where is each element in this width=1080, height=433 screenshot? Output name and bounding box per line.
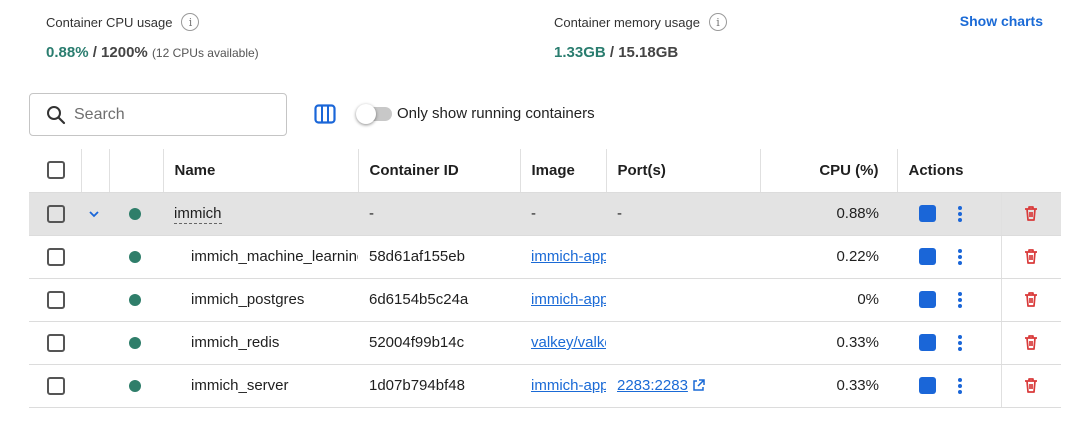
info-icon[interactable]: i <box>708 13 727 31</box>
cpu-value: 0.22% <box>760 235 897 279</box>
table-row[interactable]: immich_machine_learning 58d61af155eb imm… <box>29 235 1062 279</box>
running-only-toggle[interactable] <box>356 104 392 124</box>
chevron-down-icon[interactable] <box>88 209 100 219</box>
memory-usage-value: 1.33GB / 15.18GB <box>554 44 679 61</box>
container-name: immich_postgres <box>163 278 358 322</box>
container-name: immich_redis <box>163 321 358 365</box>
memory-usage-label: Container memory usage <box>554 14 700 30</box>
ports <box>606 235 760 279</box>
ports <box>606 321 760 365</box>
row-checkbox[interactable] <box>47 204 65 223</box>
more-vertical-icon[interactable] <box>952 204 968 224</box>
cpu-usage-value: 0.88% / 1200% (12 CPUs available) <box>46 44 259 61</box>
table-row[interactable]: immich_server 1d07b794bf48 immich-app 22… <box>29 364 1062 408</box>
table-header-row: Name Container ID Image Port(s) CPU (%) … <box>29 149 1062 193</box>
show-charts-button[interactable]: Show charts <box>960 13 1043 29</box>
select-all-checkbox[interactable] <box>47 161 65 180</box>
memory-usage-stat: Container memory usage i 1.33GB / 15.18G… <box>554 12 727 61</box>
search-box[interactable] <box>29 93 287 136</box>
containers-table: Name Container ID Image Port(s) CPU (%) … <box>29 149 1062 408</box>
cpu-value: 0.88% <box>760 192 897 236</box>
port-link[interactable]: 2283:2283 <box>617 377 688 394</box>
container-id: 58d61af155eb <box>358 235 520 279</box>
column-header-actions: Actions <box>896 149 1062 193</box>
trash-icon[interactable] <box>1023 334 1039 351</box>
container-name: immich_server <box>163 364 358 408</box>
more-vertical-icon[interactable] <box>952 333 968 353</box>
table-row-group[interactable]: immich - - - 0.88% <box>29 192 1062 236</box>
container-name: immich_machine_learning <box>163 235 358 279</box>
column-header-container-id[interactable]: Container ID <box>357 149 520 193</box>
toggle-knob <box>356 104 376 124</box>
ports <box>606 278 760 322</box>
container-id: 52004f99b14c <box>358 321 520 365</box>
column-header-name[interactable]: Name <box>162 149 358 193</box>
container-id: 6d6154b5c24a <box>358 278 520 322</box>
image-link[interactable]: immich-app <box>531 377 606 394</box>
image-link[interactable]: valkey/valkey <box>531 334 606 351</box>
table-row[interactable]: immich_postgres 6d6154b5c24a immich-app … <box>29 278 1062 322</box>
container-id: - <box>358 192 520 236</box>
trash-icon[interactable] <box>1023 291 1039 308</box>
trash-icon[interactable] <box>1023 248 1039 265</box>
group-name[interactable]: immich <box>174 205 222 224</box>
cpu-value: 0% <box>760 278 897 322</box>
cpu-value: 0.33% <box>760 321 897 365</box>
ports: - <box>606 192 760 236</box>
row-checkbox[interactable] <box>47 333 65 352</box>
more-vertical-icon[interactable] <box>952 290 968 310</box>
image-link[interactable]: immich-app <box>531 291 606 308</box>
more-vertical-icon[interactable] <box>952 376 968 396</box>
running-only-label: Only show running containers <box>397 105 595 122</box>
column-header-ports[interactable]: Port(s) <box>605 149 760 193</box>
info-icon[interactable]: i <box>181 13 200 31</box>
column-header-image[interactable]: Image <box>519 149 606 193</box>
running-status-dot <box>129 380 141 393</box>
running-status-dot <box>129 251 141 264</box>
running-status-dot <box>129 337 141 350</box>
columns-icon[interactable] <box>314 104 336 124</box>
cpu-usage-stat: Container CPU usage i 0.88% / 1200% (12 … <box>46 12 259 61</box>
stop-icon[interactable] <box>919 334 936 351</box>
running-status-dot <box>129 208 141 221</box>
trash-icon[interactable] <box>1023 377 1039 394</box>
stop-icon[interactable] <box>919 248 936 265</box>
cpu-value: 0.33% <box>760 364 897 408</box>
column-header-cpu[interactable]: CPU (%) <box>759 149 897 193</box>
table-row[interactable]: immich_redis 52004f99b14c valkey/valkey … <box>29 321 1062 365</box>
container-id: 1d07b794bf48 <box>358 364 520 408</box>
stop-icon[interactable] <box>919 377 936 394</box>
search-icon <box>47 105 66 124</box>
external-link-icon[interactable] <box>692 379 705 392</box>
image: - <box>520 192 606 236</box>
running-status-dot <box>129 294 141 307</box>
stop-icon[interactable] <box>919 205 936 222</box>
row-checkbox[interactable] <box>47 376 65 395</box>
more-vertical-icon[interactable] <box>952 247 968 267</box>
search-input[interactable] <box>74 105 254 124</box>
image-link[interactable]: immich-app <box>531 248 606 265</box>
row-checkbox[interactable] <box>47 290 65 309</box>
cpu-usage-label: Container CPU usage <box>46 14 173 30</box>
row-checkbox[interactable] <box>47 247 65 266</box>
stop-icon[interactable] <box>919 291 936 308</box>
trash-icon[interactable] <box>1023 205 1039 222</box>
